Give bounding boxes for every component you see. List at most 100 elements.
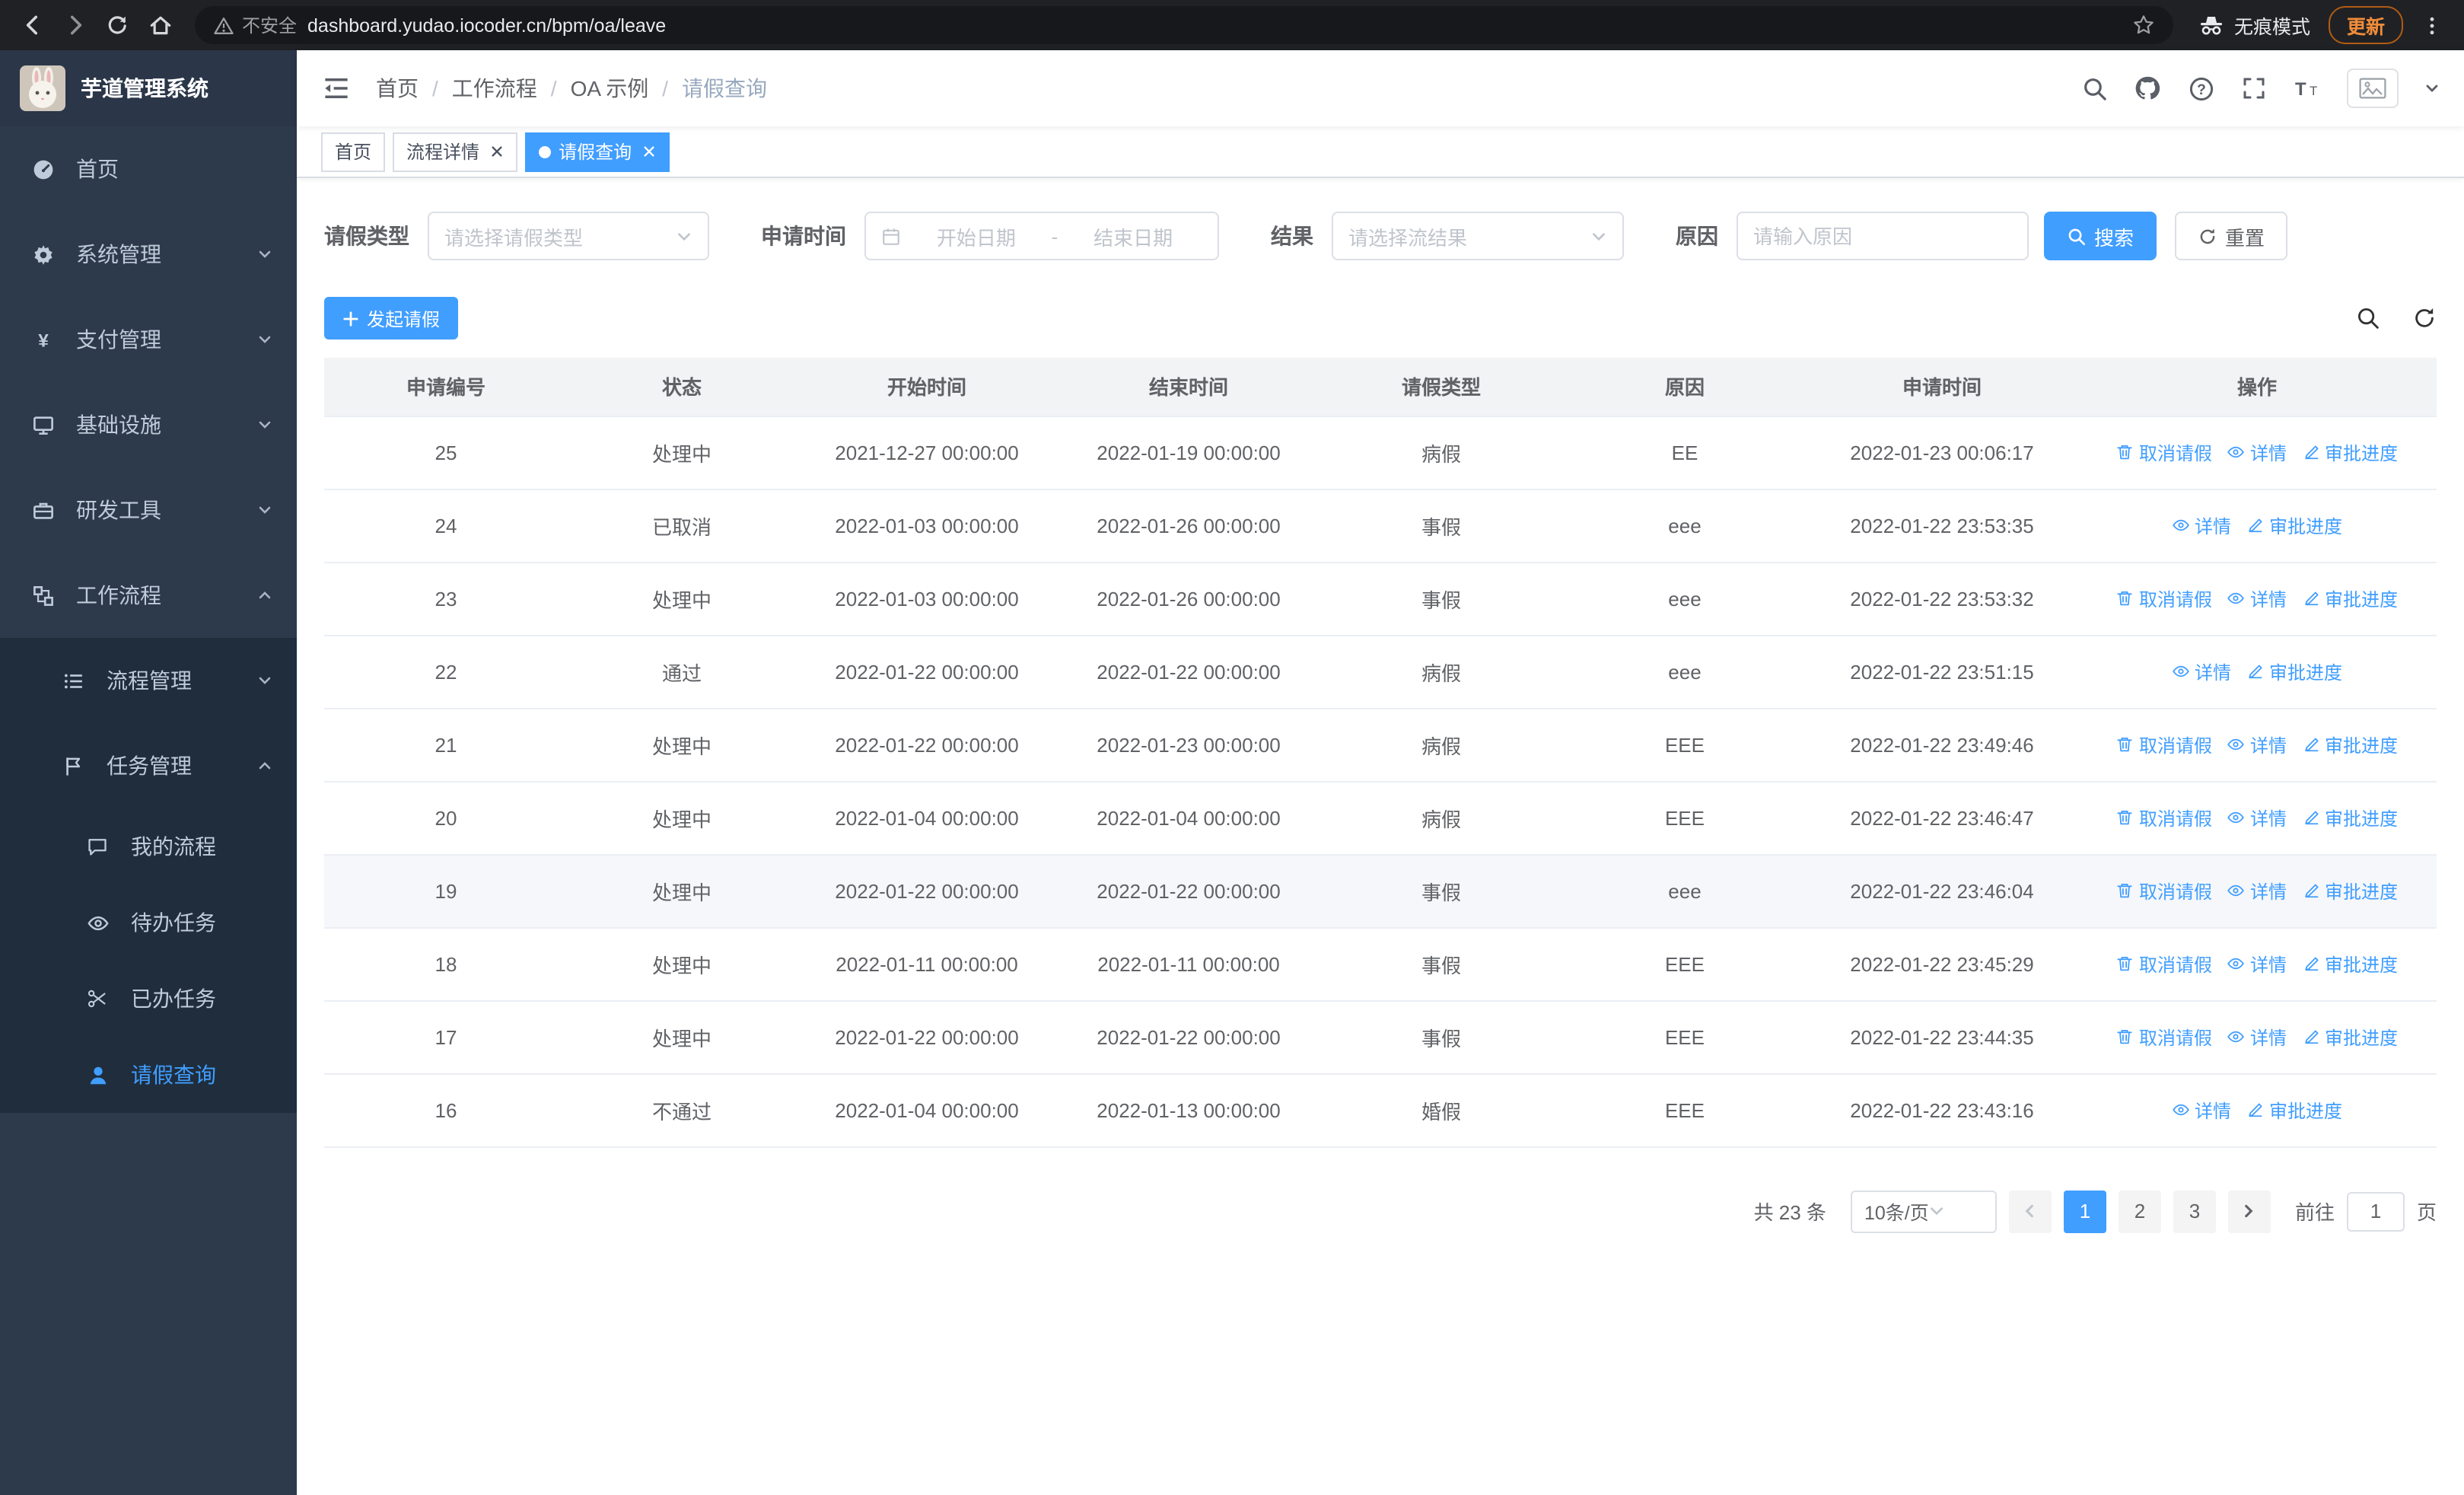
page-button-3[interactable]: 3 <box>2173 1190 2216 1232</box>
reload-button[interactable] <box>97 5 137 45</box>
detail-action-link[interactable]: 详情 <box>2227 805 2287 830</box>
breadcrumb-item[interactable]: 首页 <box>376 73 419 104</box>
bookmark-star-icon[interactable] <box>2132 14 2155 37</box>
back-button[interactable] <box>12 5 52 45</box>
detail-action-link[interactable]: 详情 <box>2227 439 2287 465</box>
goto-page-input[interactable] <box>2346 1191 2405 1231</box>
progress-action-link[interactable]: 审批进度 <box>2302 439 2398 465</box>
table-header-row: 申请编号 状态 开始时间 结束时间 请假类型 原因 申请时间 操作 <box>324 358 2437 416</box>
apply-time-label: 申请时间 <box>761 224 846 248</box>
detail-action-link[interactable]: 详情 <box>2227 732 2287 757</box>
apply-time-range-picker[interactable]: 开始日期 - 结束日期 <box>864 212 1219 260</box>
page-button-1[interactable]: 1 <box>2063 1190 2106 1232</box>
cell-id: 24 <box>324 489 568 563</box>
cell-status: 处理中 <box>568 854 796 928</box>
progress-action-link[interactable]: 审批进度 <box>2246 1097 2342 1123</box>
sidebar-item-leave-query[interactable]: 请假查询 <box>0 1037 297 1113</box>
cancel-action-link[interactable]: 取消请假 <box>2116 732 2212 757</box>
breadcrumb-item[interactable]: OA 示例 <box>571 73 649 104</box>
next-page-button[interactable] <box>2227 1190 2271 1232</box>
result-select[interactable]: 请选择流结果 <box>1332 212 1624 260</box>
detail-action-link[interactable]: 详情 <box>2227 585 2287 611</box>
reason-input[interactable] <box>1737 212 2029 260</box>
detail-action-link[interactable]: 详情 <box>2227 951 2287 977</box>
progress-action-link[interactable]: 审批进度 <box>2302 878 2398 904</box>
detail-action-link[interactable]: 详情 <box>2227 1024 2287 1050</box>
close-icon[interactable] <box>642 145 656 158</box>
reset-button[interactable]: 重置 <box>2175 212 2288 260</box>
sidebar-item-pending-tasks[interactable]: 待办任务 <box>0 885 297 961</box>
home-icon <box>149 16 170 35</box>
page-button-2[interactable]: 2 <box>2118 1190 2161 1232</box>
help-button[interactable]: ? <box>2187 75 2214 102</box>
cell-actions: 详情 审批进度 <box>2077 1073 2437 1147</box>
cancel-action-link[interactable]: 取消请假 <box>2116 439 2212 465</box>
sidebar-item-process-management[interactable]: 流程管理 <box>0 638 297 723</box>
sidebar-item-infrastructure[interactable]: 基础设施 <box>0 382 297 467</box>
cell-reason: EEE <box>1563 781 1807 855</box>
leave-type-select[interactable]: 请选择请假类型 <box>428 212 709 260</box>
detail-action-link[interactable]: 详情 <box>2172 1097 2231 1123</box>
search-toggle-button[interactable] <box>2354 305 2380 331</box>
close-icon[interactable] <box>490 145 504 158</box>
update-button[interactable]: 更新 <box>2328 6 2403 44</box>
table-row: 24 已取消 2022-01-03 00:00:00 2022-01-26 00:00… <box>324 489 2437 563</box>
progress-action-link[interactable]: 审批进度 <box>2302 805 2398 830</box>
plus-icon <box>343 311 358 326</box>
browser-menu-button[interactable] <box>2412 5 2452 45</box>
detail-action-link[interactable]: 详情 <box>2172 658 2231 684</box>
sidebar-item-task-management[interactable]: 任务管理 <box>0 723 297 808</box>
detail-action-link[interactable]: 详情 <box>2227 878 2287 904</box>
refresh-table-button[interactable] <box>2411 305 2437 331</box>
cancel-action-link[interactable]: 取消请假 <box>2116 878 2212 904</box>
detail-action-link[interactable]: 详情 <box>2172 512 2231 538</box>
security-warning[interactable]: 不安全 <box>213 12 297 38</box>
cancel-action-link[interactable]: 取消请假 <box>2116 805 2212 830</box>
search-button[interactable] <box>2080 75 2108 102</box>
sidebar-item-done-tasks[interactable]: 已办任务 <box>0 961 297 1037</box>
eye-icon <box>2228 446 2245 458</box>
progress-action-link[interactable]: 审批进度 <box>2246 512 2342 538</box>
fullscreen-button[interactable] <box>2240 75 2268 102</box>
caret-down-icon[interactable] <box>2424 81 2440 96</box>
progress-action-link[interactable]: 审批进度 <box>2302 951 2398 977</box>
sidebar-item-home[interactable]: 首页 <box>0 126 297 212</box>
sidebar-toggle-button[interactable] <box>321 73 352 104</box>
cancel-action-link[interactable]: 取消请假 <box>2116 951 2212 977</box>
sidebar-item-devtools[interactable]: 研发工具 <box>0 467 297 553</box>
cell-id: 23 <box>324 562 568 636</box>
cancel-action-link[interactable]: 取消请假 <box>2116 585 2212 611</box>
progress-action-link[interactable]: 审批进度 <box>2302 1024 2398 1050</box>
sidebar-item-label: 基础设施 <box>76 413 161 437</box>
forward-button[interactable] <box>55 5 94 45</box>
cell-type: 病假 <box>1320 708 1563 782</box>
tab-process-detail[interactable]: 流程详情 <box>393 132 518 171</box>
progress-action-link[interactable]: 审批进度 <box>2302 585 2398 611</box>
font-size-button[interactable]: TT <box>2294 75 2321 102</box>
column-header: 原因 <box>1563 358 1807 416</box>
app-logo[interactable]: 芋道管理系统 <box>0 50 297 126</box>
page-size-select[interactable]: 10条/页 <box>1850 1190 1997 1232</box>
home-button[interactable] <box>140 5 180 45</box>
github-button[interactable] <box>2134 75 2161 102</box>
search-submit-button[interactable]: 搜索 <box>2044 212 2157 260</box>
progress-action-link[interactable]: 审批进度 <box>2246 658 2342 684</box>
breadcrumb-item[interactable]: 工作流程 <box>452 73 537 104</box>
tab-home[interactable]: 首页 <box>321 132 386 171</box>
sidebar-item-my-processes[interactable]: 我的流程 <box>0 808 297 885</box>
address-bar[interactable]: 不安全 dashboard.yudao.iocoder.cn/bpm/oa/le… <box>195 6 2173 44</box>
trash-icon <box>2118 811 2133 825</box>
sidebar-item-workflow[interactable]: 工作流程 <box>0 553 297 638</box>
chevron-right-icon <box>2246 1204 2254 1218</box>
tab-leave-query[interactable]: 请假查询 <box>525 132 670 171</box>
page-unit-label: 页 <box>2416 1201 2437 1224</box>
prev-page-button[interactable] <box>2008 1190 2052 1232</box>
create-leave-button[interactable]: 发起请假 <box>324 297 459 339</box>
sidebar-item-payment[interactable]: ¥ 支付管理 <box>0 297 297 382</box>
cell-actions: 取消请假 详情 审批进度 <box>2077 781 2437 855</box>
user-avatar[interactable] <box>2347 69 2399 108</box>
cell-type: 婚假 <box>1320 1073 1563 1147</box>
sidebar-item-system[interactable]: 系统管理 <box>0 212 297 297</box>
cancel-action-link[interactable]: 取消请假 <box>2116 1024 2212 1050</box>
progress-action-link[interactable]: 审批进度 <box>2302 732 2398 757</box>
